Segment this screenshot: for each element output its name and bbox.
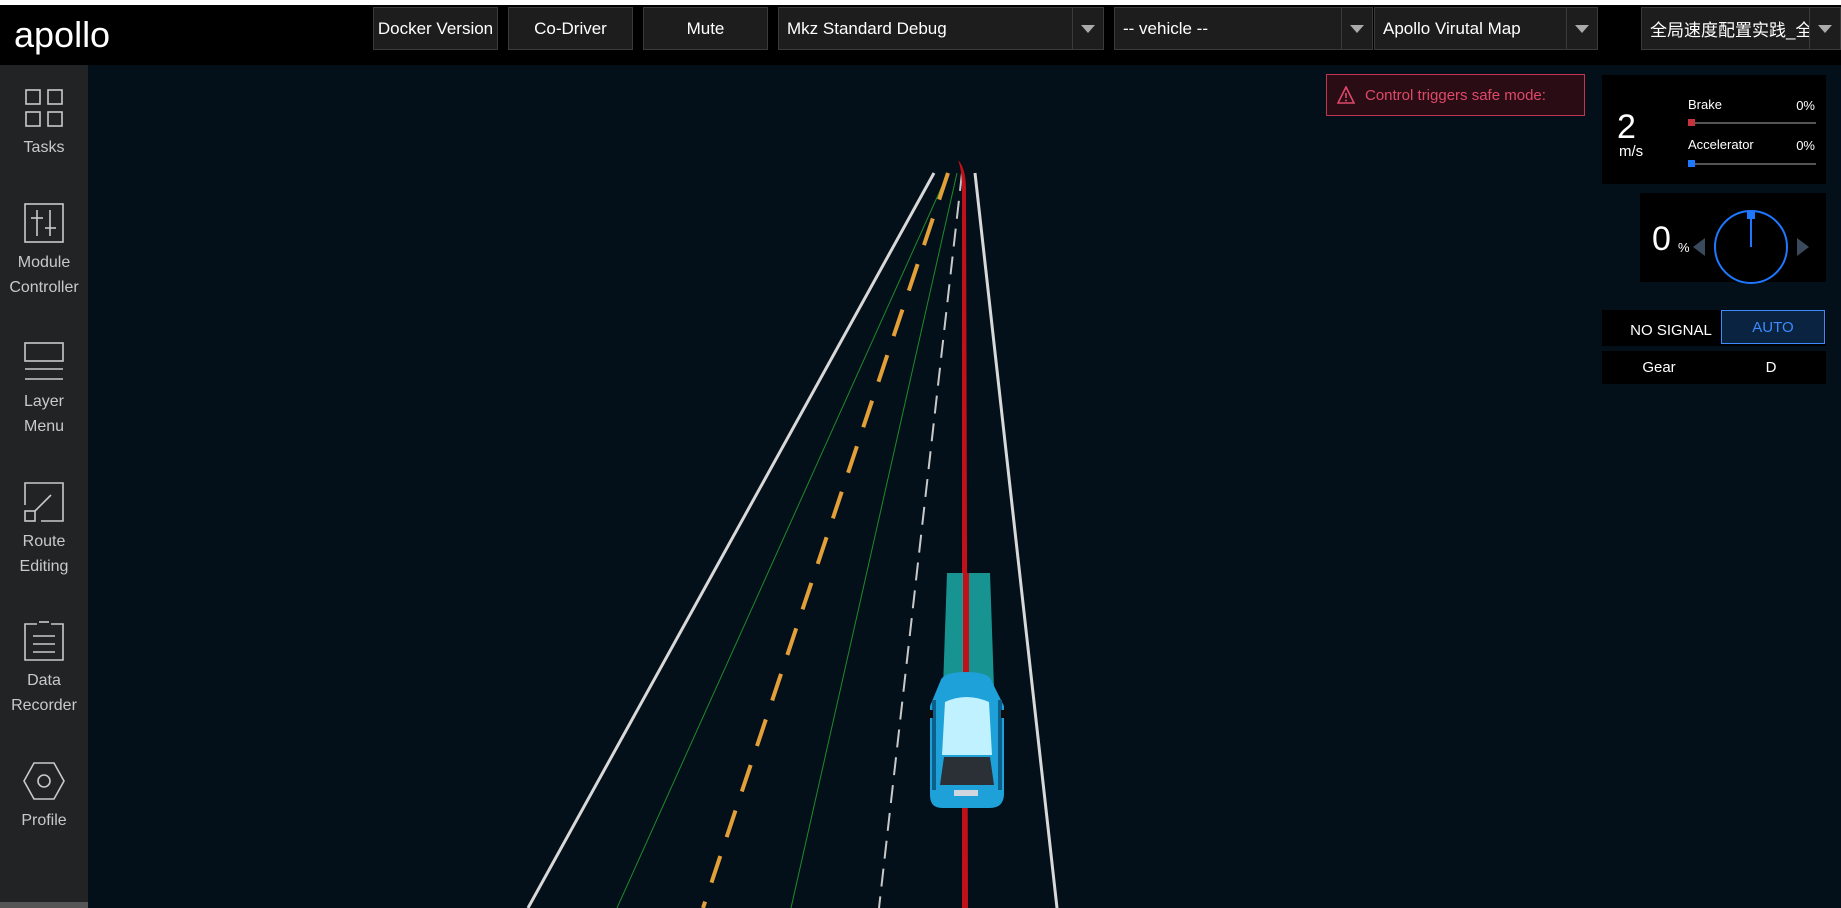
apollo-logo: apollo	[14, 17, 110, 55]
ego-vehicle-icon	[927, 672, 1007, 808]
sidebar-item-label: Profile	[21, 812, 67, 829]
sidebar-item-tasks[interactable]: Tasks	[0, 87, 88, 160]
map-select-value: Apollo Virutal Map	[1383, 18, 1521, 38]
scenario-select[interactable]: 全局速度配置实践_全局	[1641, 7, 1841, 50]
speed-unit: m/s	[1619, 143, 1644, 160]
chevron-down-icon	[1809, 8, 1840, 49]
accelerator-label: Accelerator	[1688, 137, 1754, 152]
safe-mode-alert: Control triggers safe mode:	[1326, 74, 1585, 116]
scenario-select-value: 全局速度配置实践_全局	[1650, 21, 1830, 40]
route-icon	[24, 482, 64, 522]
sidebar-scroll-handle[interactable]	[0, 902, 88, 908]
chevron-down-icon	[1341, 8, 1372, 49]
gear-label: Gear	[1642, 359, 1676, 376]
map-select[interactable]: Apollo Virutal Map	[1374, 7, 1598, 50]
accelerator-bar	[1690, 163, 1816, 165]
sidebar-item-label: Tasks	[23, 139, 65, 156]
signal-status: NO SIGNAL	[1630, 321, 1712, 339]
logo-text: apollo	[14, 17, 110, 55]
sidebar-item-label: Module Controller	[9, 254, 79, 296]
driving-scene-canvas[interactable]	[88, 65, 1841, 908]
sidebar-item-label: Route Editing	[19, 533, 69, 575]
vehicle-select-value: -- vehicle --	[1123, 18, 1209, 38]
chevron-down-icon	[1072, 8, 1103, 49]
layers-icon	[24, 342, 64, 380]
steering-unit: %	[1678, 240, 1690, 255]
steering-value: 0	[1652, 220, 1671, 258]
gear-value: D	[1765, 359, 1777, 376]
chevron-down-icon	[1566, 8, 1597, 49]
mode-select[interactable]: Mkz Standard Debug	[778, 7, 1104, 50]
docker-version-button[interactable]: Docker Version	[373, 7, 498, 50]
brake-bar	[1690, 122, 1816, 124]
alert-message: Control triggers safe mode:	[1365, 86, 1546, 104]
sidebar-item-profile[interactable]: Profile	[0, 760, 88, 833]
sidebar-item-module-controller[interactable]: Module Controller	[0, 202, 88, 300]
clipboard-icon	[24, 621, 64, 661]
sidebar: Tasks Module Controller Layer Menu Route…	[0, 65, 88, 908]
co-driver-button[interactable]: Co-Driver	[508, 7, 633, 50]
brake-bar-fill	[1688, 119, 1695, 126]
sidebar-item-data-recorder[interactable]: Data Recorder	[0, 620, 88, 718]
sidebar-item-route-editing[interactable]: Route Editing	[0, 481, 88, 579]
hexagon-icon	[23, 762, 65, 800]
accelerator-value: 0%	[1796, 138, 1815, 153]
mode-select-value: Mkz Standard Debug	[787, 18, 947, 38]
accelerator-bar-fill	[1688, 160, 1695, 167]
vehicle-select[interactable]: -- vehicle --	[1114, 7, 1373, 50]
brake-value: 0%	[1796, 98, 1815, 113]
sidebar-item-layer-menu[interactable]: Layer Menu	[0, 341, 88, 439]
drive-mode-badge[interactable]: AUTO	[1721, 310, 1825, 344]
warning-icon	[1337, 86, 1355, 104]
steering-wheel-icon	[1693, 210, 1809, 284]
sidebar-item-label: Data Recorder	[11, 672, 77, 714]
sliders-icon	[24, 203, 64, 243]
speed-value: 2	[1617, 108, 1636, 146]
brake-label: Brake	[1688, 97, 1722, 112]
grid-icon	[25, 89, 63, 127]
sidebar-item-label: Layer Menu	[23, 393, 65, 435]
mute-button[interactable]: Mute	[643, 7, 768, 50]
